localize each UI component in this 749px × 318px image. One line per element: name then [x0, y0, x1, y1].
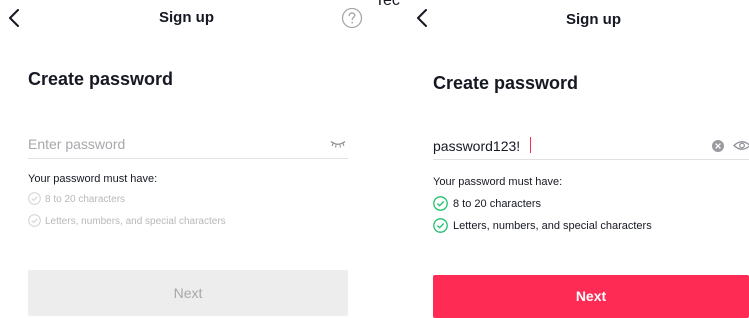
next-button[interactable]: Next [28, 270, 348, 316]
chevron-left-icon[interactable] [8, 9, 20, 27]
requirements-title: Your password must have: [28, 173, 158, 185]
requirement-label: 8 to 20 characters [453, 198, 542, 210]
requirements-title: Your password must have: [433, 176, 563, 188]
clear-circle-icon[interactable] [711, 139, 725, 153]
next-button[interactable]: Next [433, 275, 749, 318]
eye-closed-icon[interactable] [330, 140, 346, 148]
password-field [28, 130, 348, 159]
signup-screen-filled: Sign up Create password password123! You… [402, 0, 749, 318]
check-circle-icon [433, 196, 448, 211]
requirement-label: Letters, numbers, and special characters [453, 220, 652, 232]
header-title: Sign up [566, 11, 621, 28]
check-circle-icon [28, 192, 41, 205]
text-cursor [530, 137, 531, 153]
password-input[interactable] [28, 134, 308, 154]
requirement-label: 8 to 20 characters [45, 194, 126, 205]
password-input[interactable]: password123! [433, 138, 520, 158]
help-circle-icon[interactable] [341, 7, 363, 29]
signup-screen-empty: Sign up Create password Your password mu… [0, 0, 374, 318]
chevron-left-icon[interactable] [416, 9, 428, 27]
overlay-text-fragment: Tec [375, 0, 400, 9]
eye-open-icon[interactable] [733, 139, 749, 152]
header-title: Sign up [159, 9, 214, 26]
check-circle-icon [433, 218, 448, 233]
page-title: Create password [433, 73, 579, 93]
page-title: Create password [28, 69, 174, 89]
requirement-label: Letters, numbers, and special characters [45, 216, 226, 227]
password-field: password123! [433, 131, 749, 160]
check-circle-icon [28, 214, 41, 227]
